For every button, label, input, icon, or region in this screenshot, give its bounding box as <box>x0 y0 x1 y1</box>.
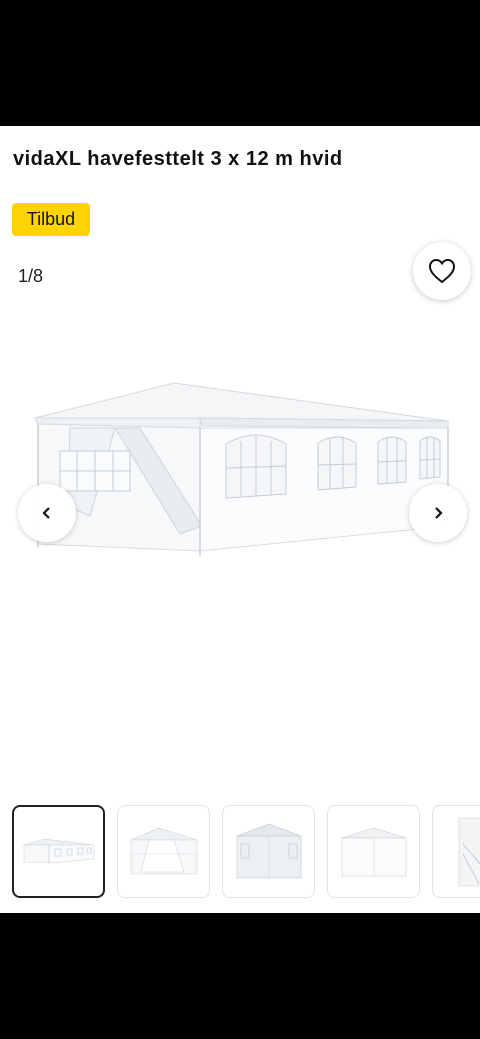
tent-thumbnail-image <box>458 817 480 886</box>
thumbnail-4[interactable] <box>327 805 420 898</box>
tent-thumbnail-image <box>236 823 301 878</box>
tent-thumbnail-image <box>23 838 94 863</box>
offer-badge: Tilbud <box>12 203 90 236</box>
tent-thumbnail-image <box>130 827 197 874</box>
thumbnail-2[interactable] <box>117 805 210 898</box>
thumbnail-5[interactable] <box>432 805 480 898</box>
gallery-counter: 1/8 <box>18 266 44 286</box>
previous-image-button[interactable] <box>18 484 76 542</box>
main-product-image[interactable] <box>30 376 452 566</box>
heart-icon <box>428 258 456 284</box>
thumbnail-1[interactable] <box>12 805 105 898</box>
product-title: vidaXL havefesttelt 3 x 12 m hvid <box>13 148 343 170</box>
thumbnail-3[interactable] <box>222 805 315 898</box>
favorite-button[interactable] <box>413 242 471 300</box>
tent-thumbnail-image <box>341 827 406 876</box>
next-image-button[interactable] <box>409 484 467 542</box>
chevron-right-icon <box>435 507 443 519</box>
product-page: vidaXL havefesttelt 3 x 12 m hvid Tilbud… <box>0 126 480 913</box>
thumbnail-strip <box>0 805 480 901</box>
chevron-left-icon <box>42 507 50 519</box>
navigation-bar-area <box>0 913 480 1039</box>
status-bar-area <box>0 0 480 126</box>
